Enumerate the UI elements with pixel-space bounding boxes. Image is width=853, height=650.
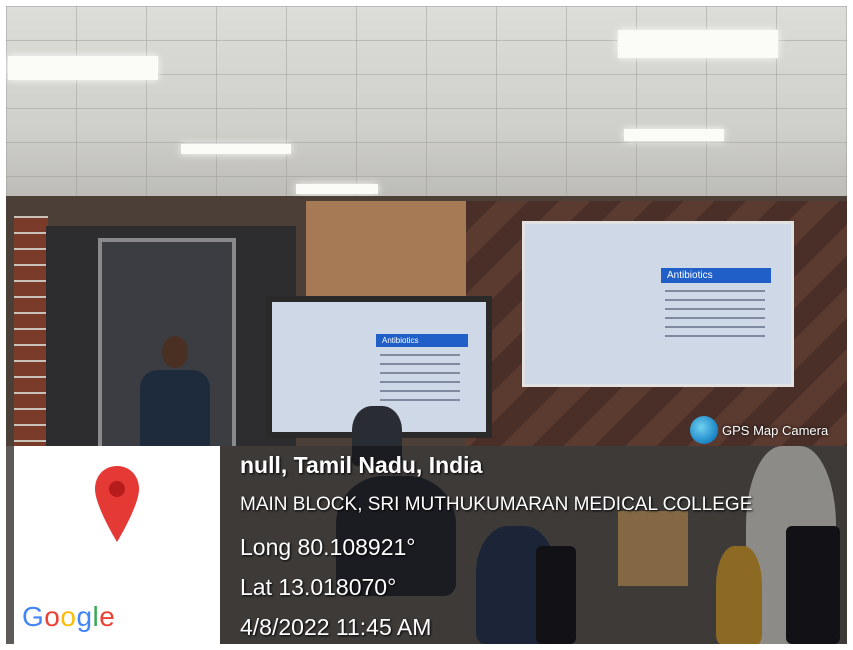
gps-badge-label: GPS Map Camera <box>722 422 829 438</box>
location-latitude: Lat 13.018070° <box>240 574 397 600</box>
slide-heading: Antibiotics <box>376 334 468 347</box>
location-longitude: Long 80.108921° <box>240 534 416 560</box>
slide-text-lines <box>665 290 765 344</box>
speaker <box>134 336 214 451</box>
slide-text-lines <box>380 354 460 408</box>
google-logo: Google <box>22 601 115 633</box>
location-address: MAIN BLOCK, SRI MUTHUKUMARAN MEDICAL COL… <box>240 494 753 515</box>
wood-panel <box>306 201 466 296</box>
brick-pillar <box>14 216 48 456</box>
slide-heading: Antibiotics <box>661 268 771 283</box>
ceiling-light <box>181 144 291 154</box>
speaker-body <box>140 370 210 450</box>
ceiling-light <box>8 56 158 80</box>
location-timestamp: 4/8/2022 11:45 AM <box>240 614 432 640</box>
globe-icon <box>690 416 718 444</box>
projector-screen: Antibiotics <box>522 221 794 387</box>
map-thumbnail: Google <box>14 446 220 644</box>
ceiling-light <box>624 129 724 141</box>
location-place: null, Tamil Nadu, India <box>240 452 483 478</box>
ceiling-light <box>618 30 778 58</box>
ceiling-light <box>296 184 378 194</box>
speaker-head <box>162 336 188 368</box>
google-logo-text: Google <box>22 601 116 632</box>
map-pin-icon <box>95 466 139 542</box>
gps-badge: GPS Map Camera <box>690 415 828 445</box>
